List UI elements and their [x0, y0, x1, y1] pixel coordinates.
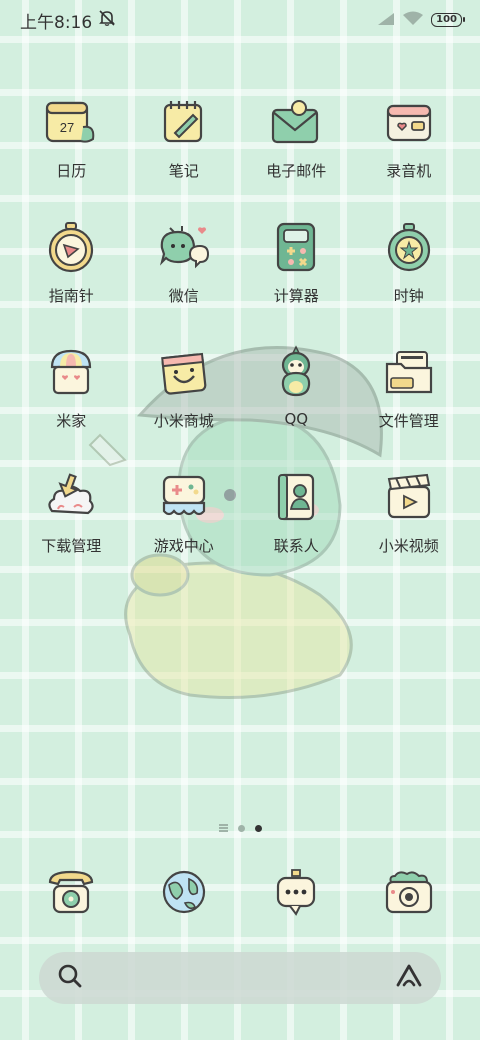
app-label: 笔记 — [168, 162, 199, 180]
mi-video-icon — [377, 465, 441, 529]
app-label: 计算器 — [273, 287, 319, 305]
dock-camera[interactable] — [353, 860, 466, 924]
calendar-date: 27 — [60, 120, 74, 135]
mi-store-icon — [152, 340, 216, 404]
dock-phone[interactable] — [15, 860, 128, 924]
page-dot-2-active[interactable] — [254, 824, 262, 832]
app-recorder[interactable]: 录音机 — [353, 90, 466, 215]
compass-icon — [39, 215, 103, 279]
status-time: 上午8:16 — [20, 12, 93, 33]
app-grid: 27 日历 笔记 电子邮件 录音机 指南针 微信 计算器 时钟 米家 小米商城 … — [15, 90, 465, 590]
game-center-icon — [152, 465, 216, 529]
app-label: 文件管理 — [378, 412, 439, 430]
contacts-icon — [264, 465, 328, 529]
download-manager-icon — [39, 465, 103, 529]
battery-icon: 100 — [431, 13, 465, 27]
app-contacts[interactable]: 联系人 — [240, 465, 353, 590]
dock-messages[interactable] — [240, 860, 353, 924]
assistant-icon[interactable] — [395, 963, 423, 993]
wifi-icon — [403, 11, 424, 30]
camera-icon — [377, 860, 441, 924]
app-clock[interactable]: 时钟 — [353, 215, 466, 340]
recorder-icon — [377, 90, 441, 154]
mijia-icon — [39, 340, 103, 404]
status-bar: 上午8:16 100 — [0, 0, 480, 40]
app-wechat[interactable]: 微信 — [128, 215, 241, 340]
app-mi-store[interactable]: 小米商城 — [128, 340, 241, 465]
calculator-icon — [264, 215, 328, 279]
globe-icon — [152, 860, 216, 924]
search-icon[interactable] — [57, 963, 83, 993]
message-icon — [264, 860, 328, 924]
app-label: 日历 — [56, 162, 87, 180]
app-label: 时钟 — [393, 287, 424, 305]
app-label: 小米商城 — [153, 412, 214, 430]
dock — [15, 860, 465, 924]
app-label: 录音机 — [386, 162, 432, 180]
app-label: 游戏中心 — [153, 537, 214, 555]
app-game-center[interactable]: 游戏中心 — [128, 465, 241, 590]
app-file-manager[interactable]: 文件管理 — [353, 340, 466, 465]
app-compass[interactable]: 指南针 — [15, 215, 128, 340]
file-manager-icon — [377, 340, 441, 404]
page-dot-1[interactable] — [237, 824, 245, 832]
app-label: 微信 — [168, 287, 199, 305]
app-label: 小米视频 — [378, 537, 439, 555]
app-calculator[interactable]: 计算器 — [240, 215, 353, 340]
app-label: 指南针 — [48, 287, 94, 305]
app-label: QQ — [284, 410, 309, 428]
app-mijia[interactable]: 米家 — [15, 340, 128, 465]
app-calendar[interactable]: 27 日历 — [15, 90, 128, 215]
app-email[interactable]: 电子邮件 — [240, 90, 353, 215]
app-download-manager[interactable]: 下载管理 — [15, 465, 128, 590]
list-view-indicator[interactable] — [218, 824, 228, 832]
wechat-icon — [152, 215, 216, 279]
app-label: 下载管理 — [41, 537, 102, 555]
app-mi-video[interactable]: 小米视频 — [353, 465, 466, 590]
app-label: 米家 — [56, 412, 87, 430]
phone-icon — [39, 860, 103, 924]
mute-bell-icon — [98, 9, 116, 32]
search-bar[interactable] — [39, 952, 441, 1004]
calendar-icon: 27 — [39, 90, 103, 154]
app-label: 联系人 — [273, 537, 319, 555]
page-indicator[interactable] — [0, 824, 480, 832]
email-icon — [264, 90, 328, 154]
clock-icon — [377, 215, 441, 279]
app-qq[interactable]: QQ — [240, 340, 353, 465]
app-label: 电子邮件 — [266, 162, 327, 180]
notes-icon — [152, 90, 216, 154]
qq-icon — [264, 340, 328, 404]
dock-browser[interactable] — [128, 860, 241, 924]
signal-icon — [377, 11, 395, 30]
app-notes[interactable]: 笔记 — [128, 90, 241, 215]
